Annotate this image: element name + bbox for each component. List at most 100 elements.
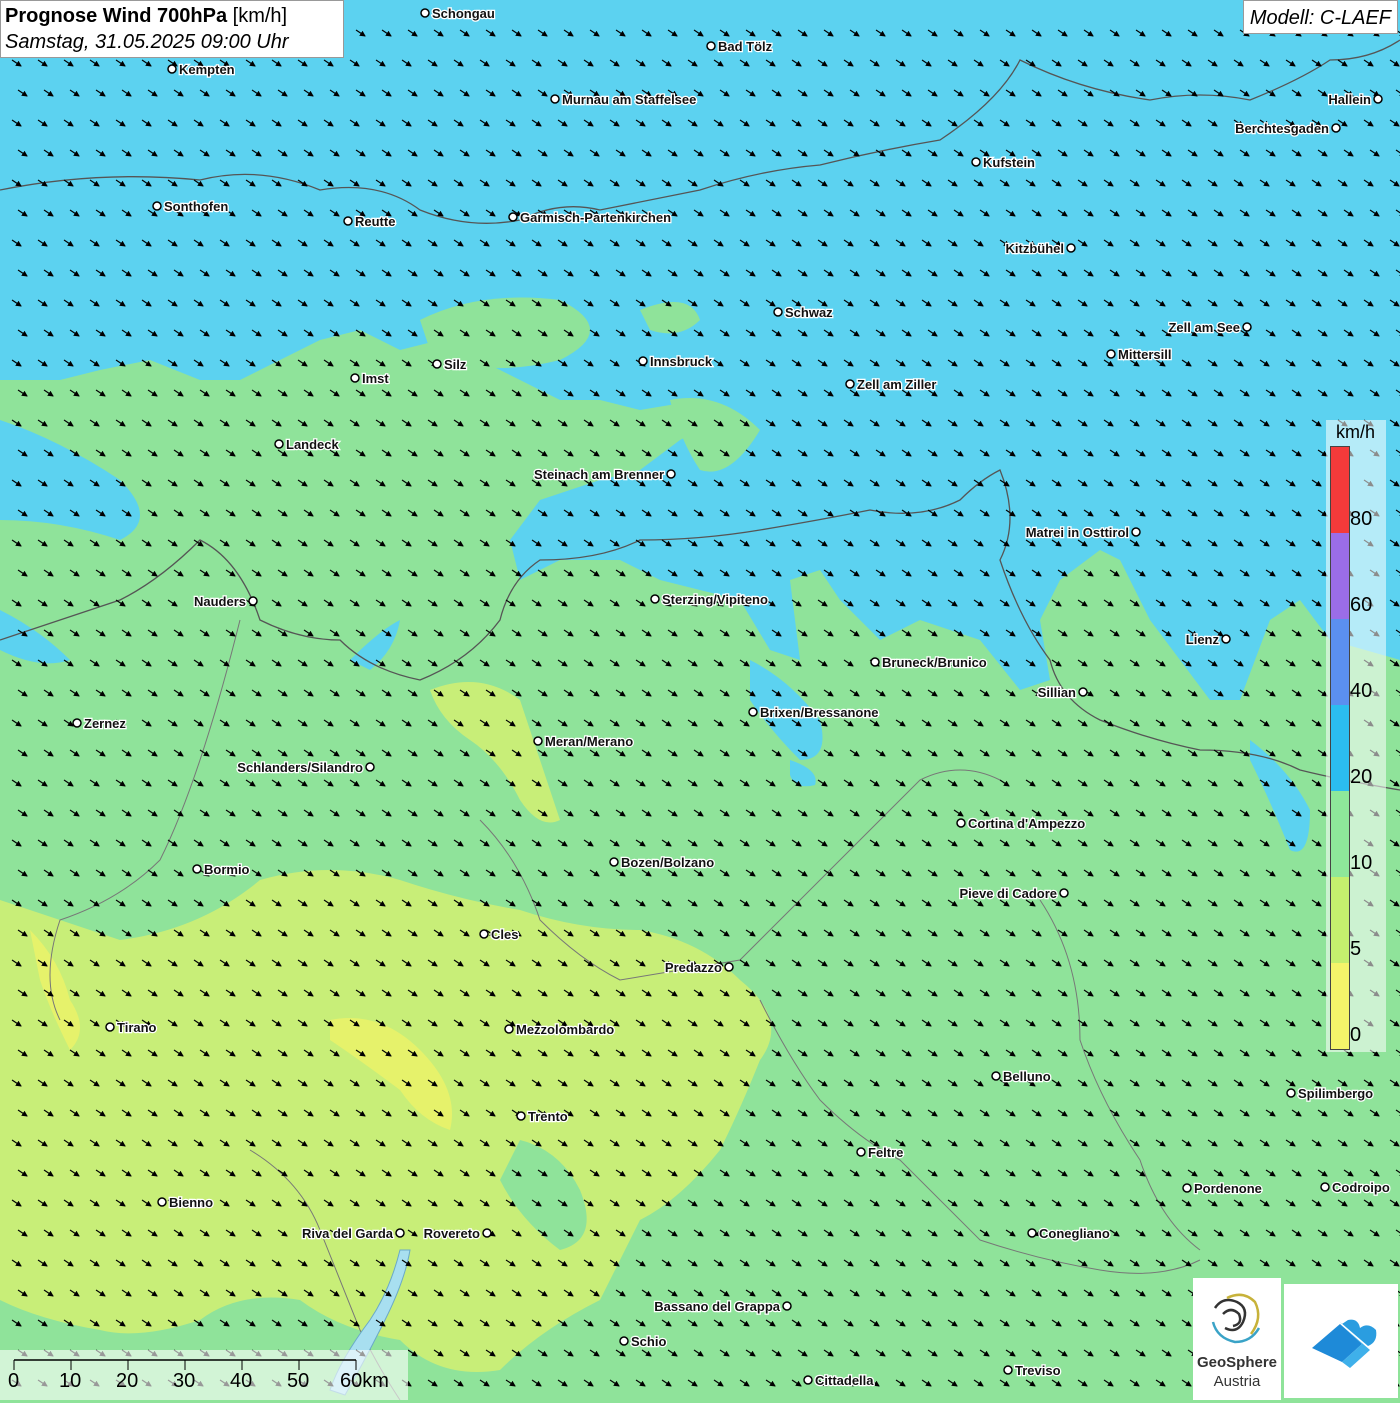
city-label: Bruneck/Brunico [882,655,987,670]
city-label: Treviso [1015,1363,1061,1378]
city-marker [724,962,734,972]
city-marker [482,1228,492,1238]
title-box: Prognose Wind 700hPa [km/h] Samstag, 31.… [0,0,344,58]
city-label: Zernez [84,716,126,731]
city-label: Mezzolombardo [516,1022,614,1037]
city-label: Feltre [868,1145,903,1160]
geosphere-logo-line1: GeoSphere [1196,1354,1278,1371]
city-marker [991,1071,1001,1081]
legend-segment-20-40 [1331,705,1349,791]
city-marker [1131,527,1141,537]
city-label: Imst [362,371,389,386]
city-label: Conegliano [1039,1226,1110,1241]
forecast-datetime: Samstag, 31.05.2025 09:00 Uhr [5,31,289,53]
city-label: Belluno [1003,1069,1051,1084]
city-label: Silz [444,357,467,372]
city-label: Sterzing/Vipiteno [662,592,768,607]
city-label: Bienno [169,1195,213,1210]
city-label: Sillian [1038,685,1076,700]
city-marker [1182,1183,1192,1193]
city-marker [248,596,258,606]
city-marker [1320,1182,1330,1192]
cloud-icon [1312,1319,1377,1368]
city-marker [504,1024,514,1034]
city-marker [845,379,855,389]
city-marker [167,64,177,74]
city-marker [479,929,489,939]
city-label: Riva del Garda [302,1226,394,1241]
city-label: Tirano [117,1020,157,1035]
legend-tick-0: 0 [1350,1024,1362,1046]
legend-segment-40-60 [1331,619,1349,705]
city-marker [1331,123,1341,133]
scale-label-10: 10 [59,1370,82,1392]
city-marker [105,1022,115,1032]
city-marker [420,8,430,18]
city-marker [803,1375,813,1385]
scale-bar: 0 10 20 30 40 50 60km [0,1350,408,1400]
city-marker [152,201,162,211]
city-label: Zell am See [1168,320,1240,335]
city-label: Schio [631,1334,666,1349]
city-label: Garmisch-Partenkirchen [520,210,671,225]
city-label: Sonthofen [164,199,228,214]
geosphere-emblem-icon [1211,1293,1261,1344]
city-marker [782,1301,792,1311]
scale-label-50: 50 [287,1370,310,1392]
city-label: Schwaz [785,305,833,320]
city-label: Bassano del Grappa [654,1299,780,1314]
city-label: Zell am Ziller [857,377,936,392]
city-marker [1027,1228,1037,1238]
city-marker [748,707,758,717]
city-label: Reutte [355,214,395,229]
city-marker [1066,243,1076,253]
city-marker [619,1336,629,1346]
city-marker [971,157,981,167]
city-marker [432,359,442,369]
city-marker [72,718,82,728]
city-label: Berchtesgaden [1235,121,1329,136]
city-marker [856,1147,866,1157]
legend-tick-10: 10 [1350,852,1373,874]
scale-label-20: 20 [116,1370,139,1392]
city-label: Mittersill [1118,347,1171,362]
map-title: Prognose Wind 700hPa [km/h] [5,5,288,27]
legend-tick-5: 5 [1350,938,1362,960]
city-label: Innsbruck [650,354,713,369]
city-label: Schlanders/Silandro [237,760,363,775]
city-marker [666,469,676,479]
city-marker [1242,322,1252,332]
city-label: Schongau [432,6,495,21]
model-label: Modell: C-LAEF [1242,0,1398,34]
city-marker [550,94,560,104]
city-label: Rovereto [424,1226,480,1241]
legend-segment-0-5 [1331,963,1349,1049]
city-marker [508,212,518,222]
geosphere-logo: GeoSphere Austria [1193,1278,1281,1400]
city-label: Cortina d'Ampezzo [968,816,1085,831]
city-label: Spilimbergo [1298,1086,1373,1101]
legend-tick-20: 20 [1350,766,1373,788]
city-label: Cles [491,927,518,942]
scale-label-60km: 60km [340,1370,389,1392]
city-marker [1059,888,1069,898]
city-label: Kempten [179,62,235,77]
city-label: Kufstein [983,155,1035,170]
city-label: Landeck [286,437,340,452]
city-marker [638,356,648,366]
city-label: Bad Tölz [718,39,773,54]
city-marker [1286,1088,1296,1098]
city-marker [706,41,716,51]
legend-segment-10-20 [1331,791,1349,877]
city-label: Bormio [204,862,250,877]
city-label: Steinach am Brenner [534,467,664,482]
weather-app-logo [1284,1284,1398,1398]
city-marker [516,1111,526,1121]
scale-label-0: 0 [8,1370,20,1392]
city-label: Hallein [1328,92,1371,107]
city-marker [773,307,783,317]
city-marker [1003,1365,1013,1375]
city-label: Brixen/Bressanone [760,705,879,720]
city-marker [395,1228,405,1238]
city-label: Predazzo [665,960,722,975]
